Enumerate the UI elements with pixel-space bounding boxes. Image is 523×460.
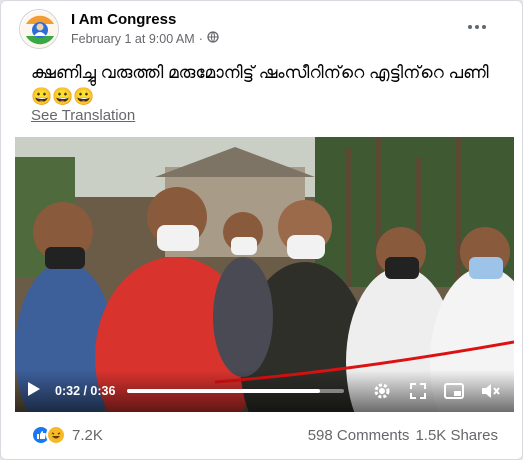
- dot-icon: [475, 25, 479, 29]
- shares-count-link[interactable]: 1.5K Shares: [415, 427, 498, 444]
- video-time: 0:32 / 0:36: [55, 384, 116, 398]
- page-name-link[interactable]: I Am Congress: [71, 11, 176, 28]
- reactions-count: 7.2K: [72, 426, 103, 444]
- post-header: I Am Congress February 1 at 9:00 AM ·: [19, 9, 508, 51]
- haha-icon: [46, 425, 66, 445]
- mute-icon[interactable]: [478, 379, 502, 403]
- dot-icon: [482, 25, 486, 29]
- page-avatar[interactable]: [19, 9, 59, 49]
- meta-separator: ·: [198, 31, 203, 46]
- play-icon[interactable]: [27, 381, 41, 402]
- video-progress-fill: [127, 389, 321, 393]
- comments-count-link[interactable]: 598 Comments: [308, 427, 410, 444]
- post-date-link[interactable]: February 1 at 9:00 AM: [71, 32, 195, 46]
- see-translation-link[interactable]: See Translation: [31, 107, 135, 124]
- settings-icon[interactable]: [370, 379, 394, 403]
- post-meta: February 1 at 9:00 AM ·: [71, 31, 219, 46]
- globe-icon: [207, 31, 219, 46]
- video-controls: 0:32 / 0:36: [15, 370, 514, 412]
- post-card: I Am Congress February 1 at 9:00 AM · ക്…: [0, 0, 523, 460]
- reactions-summary[interactable]: 7.2K: [31, 425, 103, 445]
- dot-icon: [468, 25, 472, 29]
- fullscreen-icon[interactable]: [406, 379, 430, 403]
- picture-in-picture-icon[interactable]: [442, 379, 466, 403]
- post-message: ക്ഷണിച്ചു വരുത്തി മരുമോനിട്ട് ഷംസീറിന്‌റ…: [31, 63, 489, 106]
- video-progress-bar[interactable]: [127, 389, 344, 393]
- post-stats: 7.2K 598 Comments 1.5K Shares: [31, 423, 498, 447]
- more-options-button[interactable]: [464, 17, 490, 37]
- video-player[interactable]: 0:32 / 0:36: [15, 137, 514, 412]
- engagement-counts: 598 Comments 1.5K Shares: [308, 427, 498, 444]
